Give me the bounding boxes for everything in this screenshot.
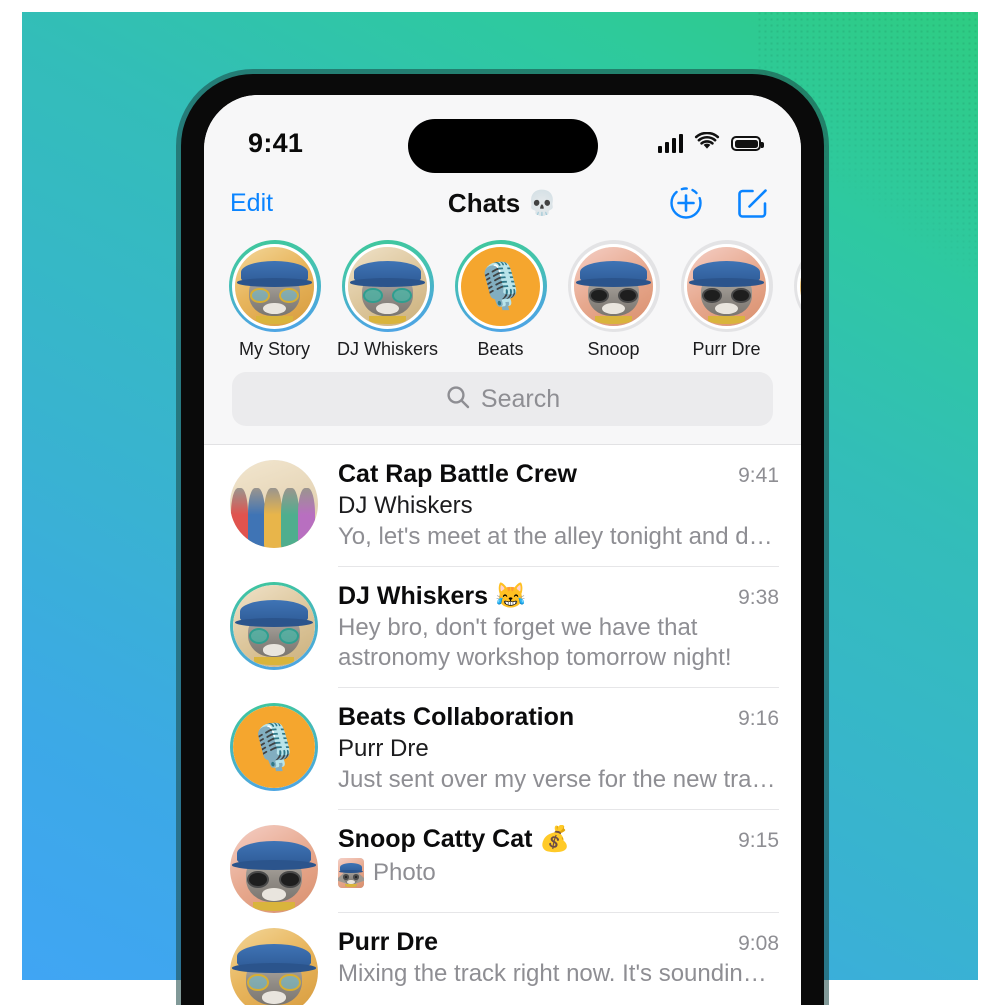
- dynamic-island: [407, 119, 598, 173]
- chat-preview: Photo: [338, 858, 779, 888]
- story-label: DJ Whiskers: [336, 339, 438, 359]
- chat-header-line: Cat Rap Battle Crew 9:41: [338, 460, 779, 489]
- chat-body: Snoop Catty Cat 💰 9:15 Photo: [338, 825, 779, 913]
- chat-title: Purr Dre: [338, 928, 438, 957]
- status-icons: [657, 131, 764, 156]
- chat-timestamp: 9:38: [738, 586, 779, 609]
- chat-body: Purr Dre 9:08 Mixing the track right now. …: [338, 928, 779, 1005]
- chat-title-text: Beats Collaboration: [338, 703, 575, 731]
- search-icon: [445, 384, 471, 415]
- chat-avatar-image: [233, 585, 315, 667]
- chat-preview-text: Just sent over my verse for the new trac…: [338, 766, 779, 793]
- chat-avatar-image: [230, 928, 318, 1005]
- chat-list[interactable]: Cat Rap Battle Crew 9:41 DJ Whiskers Yo, le…: [204, 444, 801, 1005]
- story-avatar: [684, 243, 769, 329]
- chat-title-emoji: 😹: [495, 582, 527, 610]
- chat-row[interactable]: DJ Whiskers 😹 9:38 Hey bro, don't forget w…: [204, 567, 801, 688]
- signal-bars-icon: [657, 133, 683, 153]
- chat-preview-text: Photo: [373, 859, 436, 886]
- chat-preview-text: Mixing the track right now. It's soundin…: [338, 960, 779, 987]
- search-container: Search: [204, 368, 801, 444]
- chat-title: Snoop Catty Cat 💰: [338, 825, 571, 854]
- chat-title-emoji: 💰: [539, 825, 571, 853]
- chat-body: Beats Collaboration 9:16 Purr Dre Just sent…: [338, 703, 779, 810]
- story-item[interactable]: Purr Dre: [670, 240, 783, 360]
- story-avatar: 🎙️: [458, 243, 543, 329]
- story-item[interactable]: 🎙️ Beats: [444, 240, 557, 360]
- nav-actions: [669, 185, 771, 221]
- stories-row[interactable]: My Story DJ Whiskers 🎙️ Beats Snoop Purr Dre: [204, 234, 801, 368]
- chat-timestamp: 9:08: [738, 932, 779, 955]
- chat-avatar: [230, 460, 318, 548]
- chat-timestamp: 9:41: [738, 464, 779, 487]
- chat-header-line: Beats Collaboration 9:16: [338, 703, 779, 732]
- chat-title: DJ Whiskers 😹: [338, 582, 526, 611]
- status-time: 9:41: [248, 128, 304, 158]
- chat-header-line: DJ Whiskers 😹 9:38: [338, 582, 779, 611]
- chat-timestamp: 9:16: [738, 707, 779, 730]
- chat-row[interactable]: Purr Dre 9:08 Mixing the track right now. …: [204, 913, 801, 1005]
- chat-header-line: Purr Dre 9:08: [338, 928, 779, 957]
- chat-header-line: Snoop Catty Cat 💰 9:15: [338, 825, 779, 854]
- chat-avatar-image: 🎙️: [233, 706, 315, 788]
- chat-title-text: DJ Whiskers: [338, 582, 489, 610]
- story-item[interactable]: DJ Whiskers: [331, 240, 444, 360]
- story-avatar: [797, 243, 801, 329]
- story-label: Purr Dre: [692, 339, 761, 359]
- wifi-icon: [694, 131, 720, 156]
- story-item[interactable]: Snoop: [557, 240, 670, 360]
- chat-sender: DJ Whiskers: [338, 492, 473, 519]
- story-label: Snoop: [587, 339, 640, 359]
- iphone-mockup: 9:41 Edit Chats 💀 My Story DJ Whiskers 🎙…: [181, 74, 824, 1005]
- search-input[interactable]: Search: [232, 372, 773, 426]
- circle-plus-icon[interactable]: [669, 186, 703, 220]
- chat-preview-text: Yo, let's meet at the alley tonight and …: [338, 523, 779, 550]
- page-title: Chats 💀: [448, 188, 557, 219]
- chat-title-text: Snoop Catty Cat: [338, 825, 533, 853]
- search-placeholder: Search: [480, 384, 561, 413]
- chat-avatar: [230, 582, 318, 670]
- chat-row[interactable]: Snoop Catty Cat 💰 9:15 Photo: [204, 810, 801, 913]
- screenshot-scene: 9:41 Edit Chats 💀 My Story DJ Whiskers 🎙…: [0, 0, 1000, 1005]
- chat-avatar-image: [230, 460, 318, 548]
- photo-thumbnail-icon: [338, 858, 364, 888]
- chat-title: Cat Rap Battle Crew: [338, 460, 577, 489]
- chat-timestamp: 9:15: [738, 829, 779, 852]
- chat-preview-text: Hey bro, don't forget we have that astro…: [338, 614, 732, 671]
- battery-icon: [731, 136, 764, 151]
- chat-avatar-image: [230, 825, 318, 913]
- story-ring: [341, 240, 434, 332]
- story-avatar: [232, 243, 317, 329]
- chat-row[interactable]: Cat Rap Battle Crew 9:41 DJ Whiskers Yo, le…: [204, 445, 801, 567]
- phone-screen: 9:41 Edit Chats 💀 My Story DJ Whiskers 🎙…: [204, 95, 801, 1005]
- story-avatar: [345, 243, 430, 329]
- chat-avatar: [230, 928, 318, 1005]
- chat-body: DJ Whiskers 😹 9:38 Hey bro, don't forget w…: [338, 582, 779, 688]
- story-ring: [228, 240, 321, 332]
- chat-body: Cat Rap Battle Crew 9:41 DJ Whiskers Yo, le…: [338, 460, 779, 567]
- story-label: Beats: [477, 339, 524, 359]
- story-item[interactable]: [783, 240, 801, 360]
- chat-row[interactable]: 🎙️ Beats Collaboration 9:16 Purr Dre Just se…: [204, 688, 801, 810]
- chat-title-text: Cat Rap Battle Crew: [338, 460, 577, 488]
- chat-avatar: 🎙️: [230, 703, 318, 791]
- story-item[interactable]: My Story: [218, 240, 331, 360]
- story-ring: [567, 240, 660, 332]
- status-bar: 9:41: [204, 95, 801, 173]
- chat-avatar: [230, 825, 318, 913]
- skull-emoji: 💀: [527, 189, 558, 217]
- story-label: My Story: [238, 339, 310, 359]
- navigation-bar: Edit Chats 💀: [204, 172, 801, 234]
- chat-sender: Purr Dre: [338, 735, 429, 762]
- story-avatar: [571, 243, 656, 329]
- story-ring: 🎙️: [454, 240, 547, 332]
- story-ring: [793, 240, 801, 332]
- compose-icon[interactable]: [735, 185, 771, 221]
- header-area: 9:41 Edit Chats 💀 My Story DJ Whiskers 🎙…: [204, 95, 801, 444]
- page-title-text: Chats: [447, 187, 521, 218]
- chat-title: Beats Collaboration: [338, 703, 574, 732]
- story-ring: [680, 240, 773, 332]
- edit-button[interactable]: Edit: [230, 189, 273, 218]
- chat-title-text: Purr Dre: [338, 928, 439, 956]
